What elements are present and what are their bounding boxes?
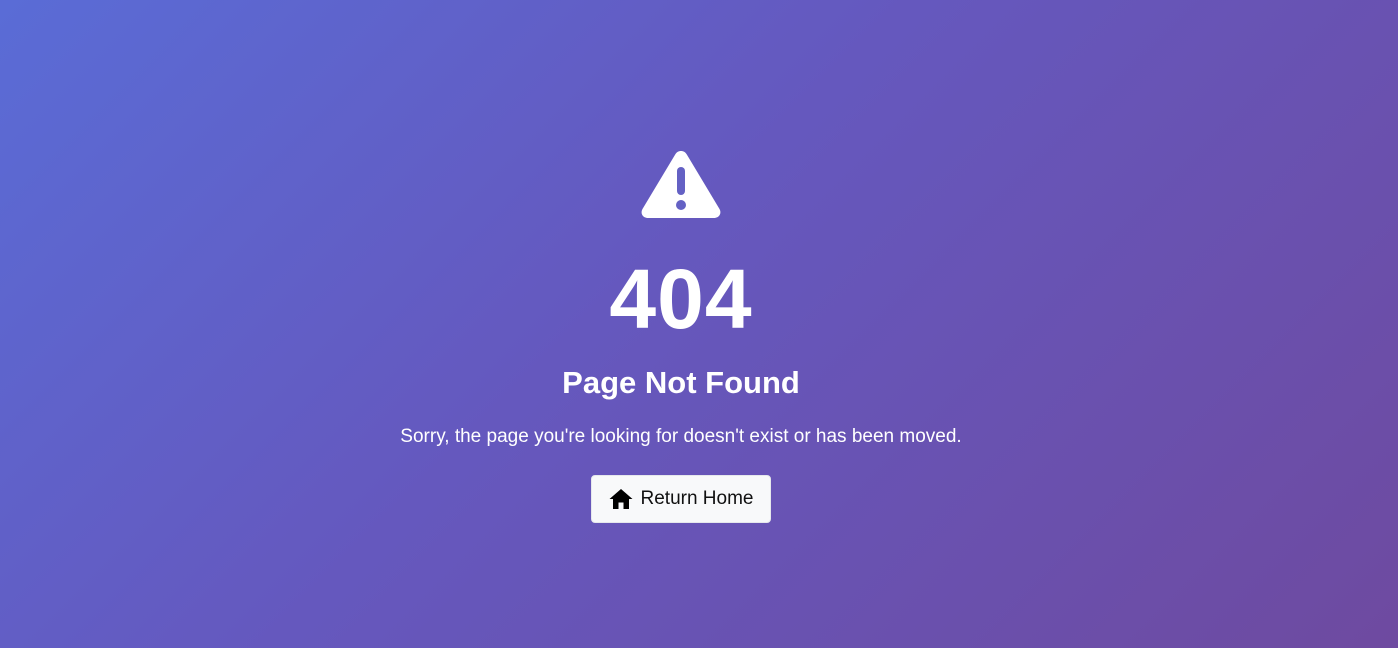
warning-triangle-icon: [641, 151, 721, 218]
return-home-button[interactable]: Return Home: [591, 475, 771, 523]
page-title: Page Not Found: [562, 365, 800, 400]
return-home-label: Return Home: [640, 488, 754, 509]
error-message: Sorry, the page you're looking for doesn…: [400, 426, 962, 447]
error-code: 404: [609, 252, 753, 346]
error-container: 404 Page Not Found Sorry, the page you'r…: [0, 0, 1362, 648]
home-icon: [609, 489, 632, 509]
